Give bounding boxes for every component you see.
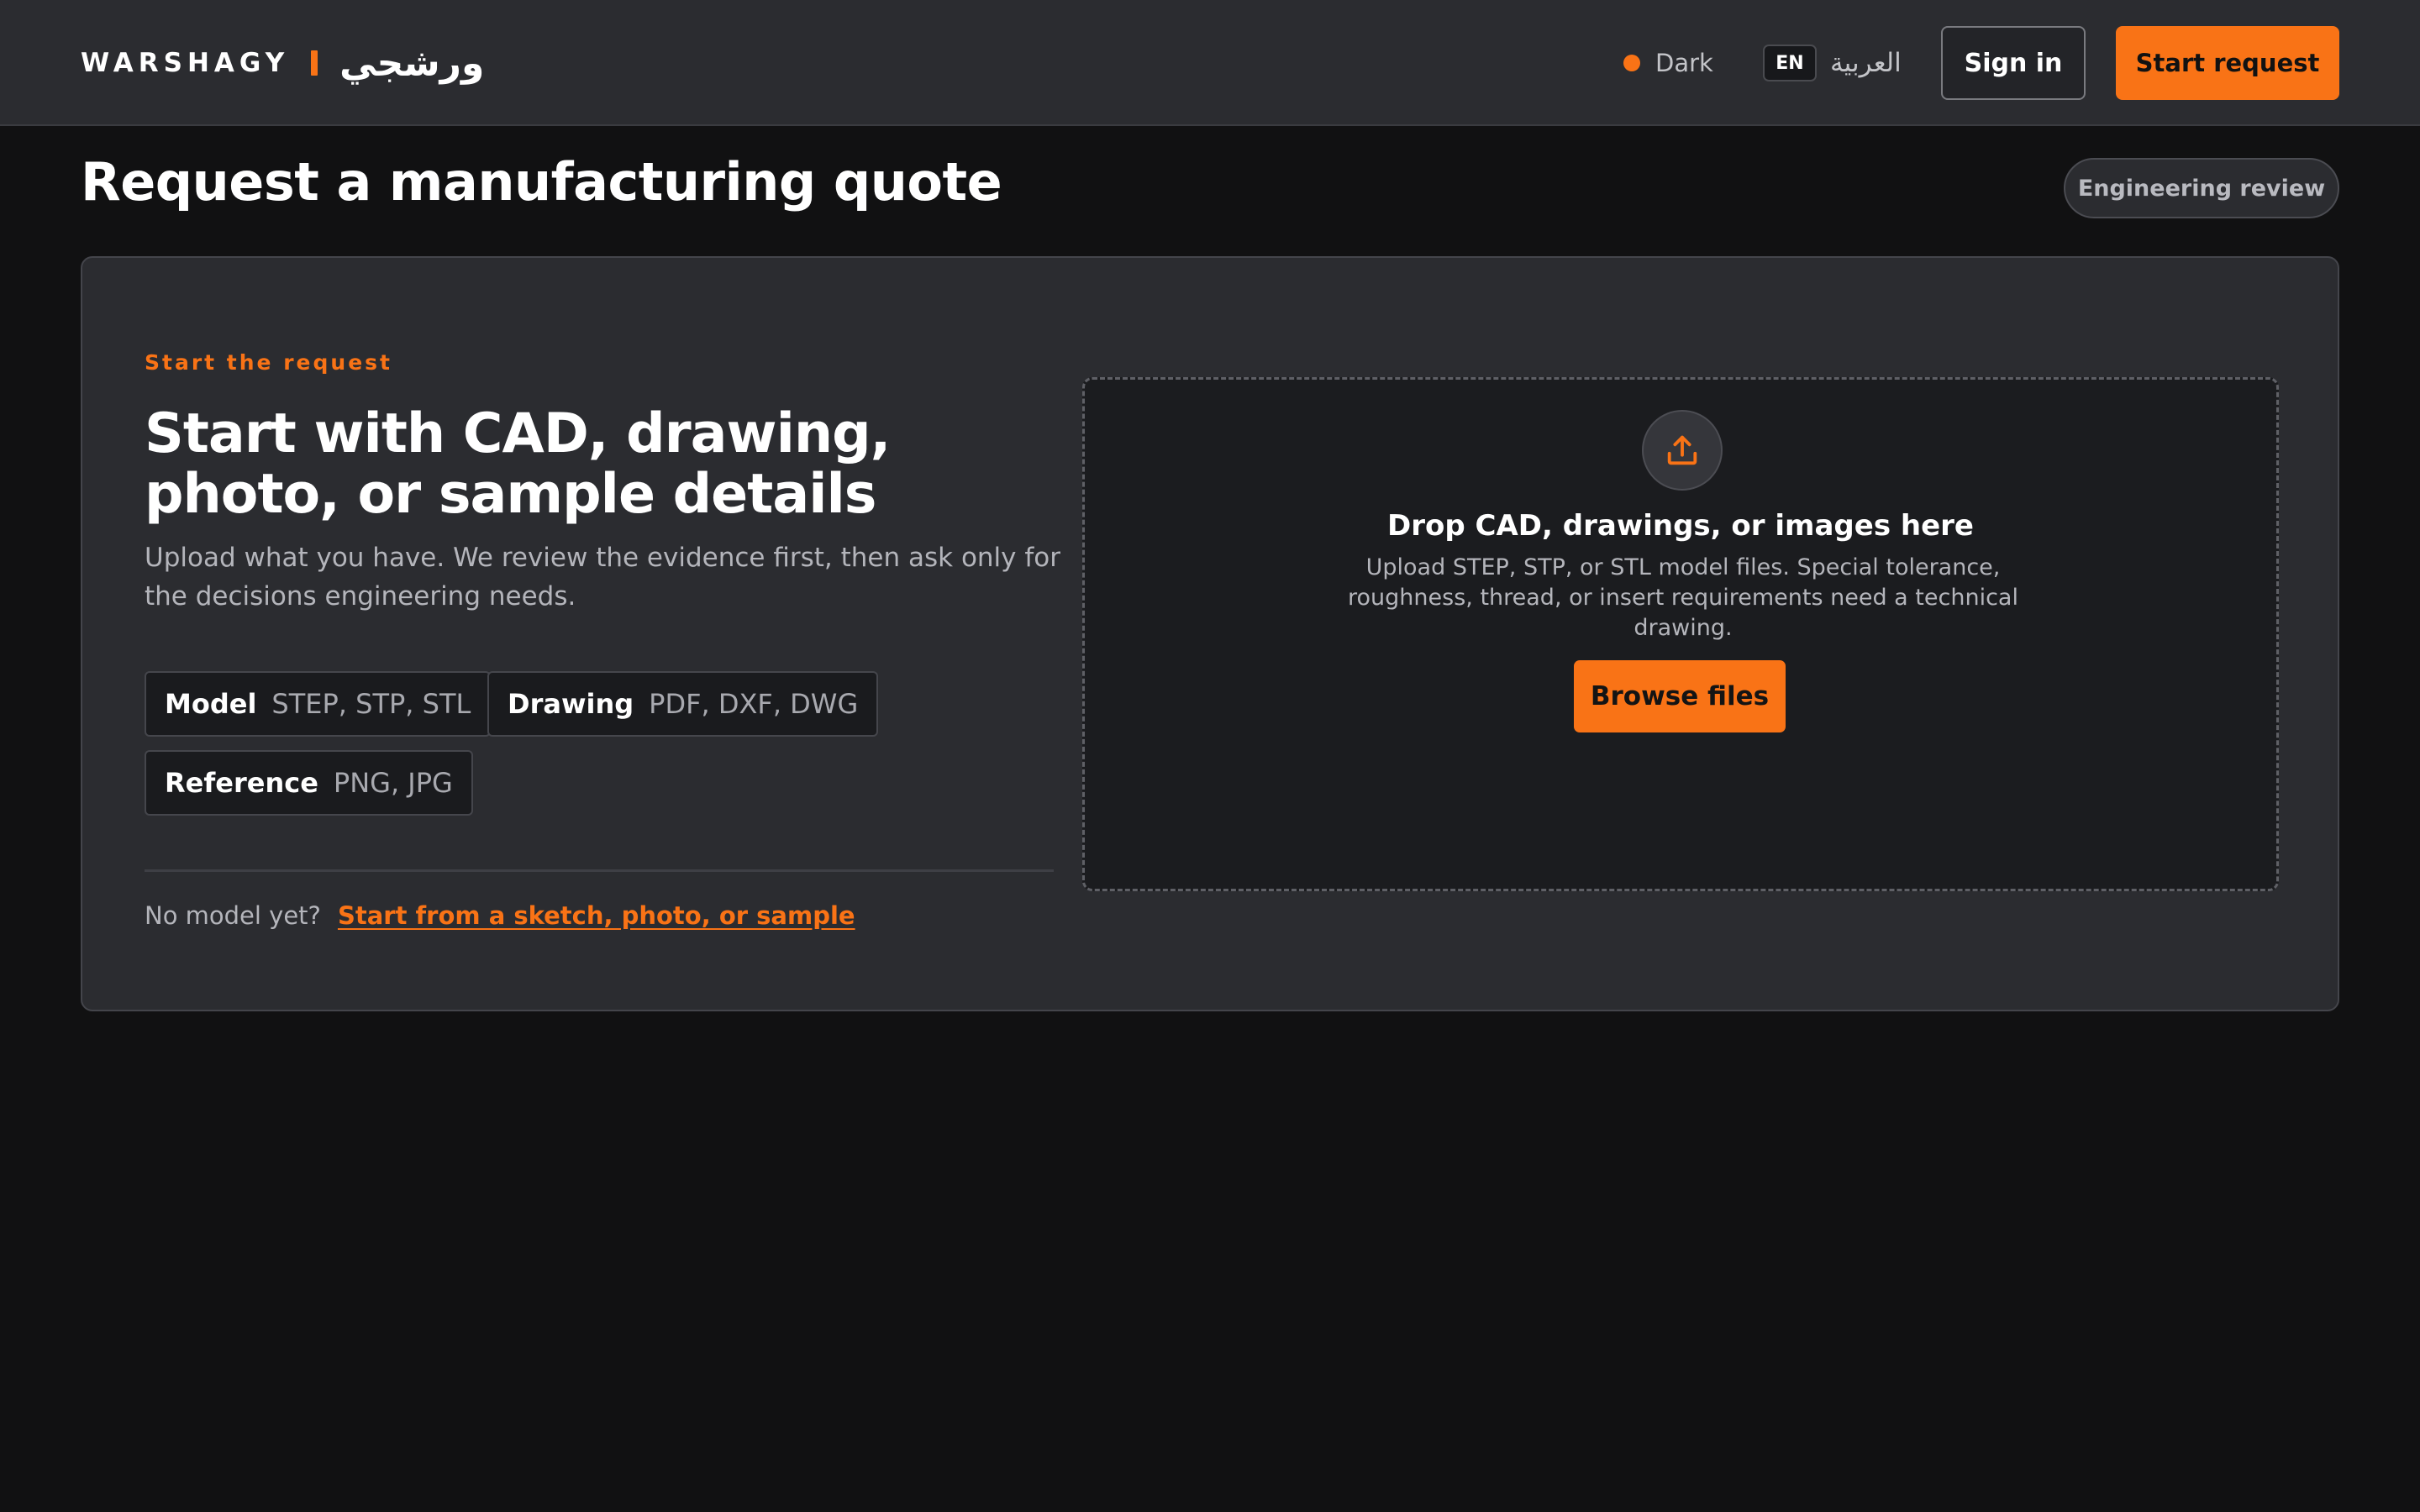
section-heading: Start with CAD, drawing, photo, or sampl… bbox=[145, 402, 891, 526]
theme-dot-icon bbox=[1623, 55, 1640, 71]
browse-files-button[interactable]: Browse files bbox=[1574, 660, 1786, 732]
drop-zone-title: Drop CAD, drawings, or images here bbox=[1387, 509, 1974, 543]
brand-name-en: WARSHAGY bbox=[81, 48, 290, 78]
chip-key: Drawing bbox=[508, 688, 634, 720]
lang-option-en[interactable]: EN bbox=[1763, 45, 1817, 81]
upload-icon bbox=[1642, 410, 1723, 491]
request-card: Start the request Start with CAD, drawin… bbox=[81, 256, 2339, 1011]
section-lead: Upload what you have. We review the evid… bbox=[145, 543, 1060, 612]
chip-value: PDF, DXF, DWG bbox=[649, 688, 859, 720]
chip-key: Model bbox=[165, 688, 257, 720]
sign-in-button[interactable]: Sign in bbox=[1941, 26, 2086, 100]
start-request-button[interactable]: Start request bbox=[2116, 26, 2339, 100]
lang-option-ar[interactable]: العربية bbox=[1830, 48, 1902, 78]
brand-divider bbox=[311, 50, 318, 76]
file-drop-zone[interactable]: Drop CAD, drawings, or images here Uploa… bbox=[1082, 377, 2279, 891]
file-type-chip-model: Model STEP, STP, STL bbox=[145, 671, 492, 737]
section-eyebrow: Start the request bbox=[145, 350, 392, 375]
theme-label: Dark bbox=[1655, 49, 1713, 77]
engineering-review-badge: Engineering review bbox=[2064, 158, 2339, 218]
drop-zone-help: Upload STEP, STP, or STL model files. Sp… bbox=[1348, 554, 2018, 641]
chip-value: PNG, JPG bbox=[333, 767, 453, 799]
language-switcher: EN العربية bbox=[1763, 44, 1902, 82]
chip-key: Reference bbox=[165, 767, 318, 799]
start-from-sketch-link[interactable]: Start from a sketch, photo, or sample bbox=[338, 901, 855, 930]
page-title: Request a manufacturing quote bbox=[81, 151, 1002, 213]
theme-toggle[interactable]: Dark bbox=[1623, 44, 1713, 82]
file-type-chip-reference: Reference PNG, JPG bbox=[145, 750, 473, 816]
brand-name-ar: ورشجي bbox=[339, 41, 485, 85]
no-model-row: No model yet? Start from a sketch, photo… bbox=[145, 901, 855, 930]
top-bar: WARSHAGY ورشجي Dark EN العربية Sign in S… bbox=[0, 0, 2420, 126]
chip-value: STEP, STP, STL bbox=[271, 688, 471, 720]
section-divider bbox=[145, 869, 1054, 872]
file-type-chip-drawing: Drawing PDF, DXF, DWG bbox=[487, 671, 879, 737]
no-model-question: No model yet? bbox=[145, 901, 321, 930]
brand-logo[interactable]: WARSHAGY ورشجي bbox=[81, 37, 484, 89]
